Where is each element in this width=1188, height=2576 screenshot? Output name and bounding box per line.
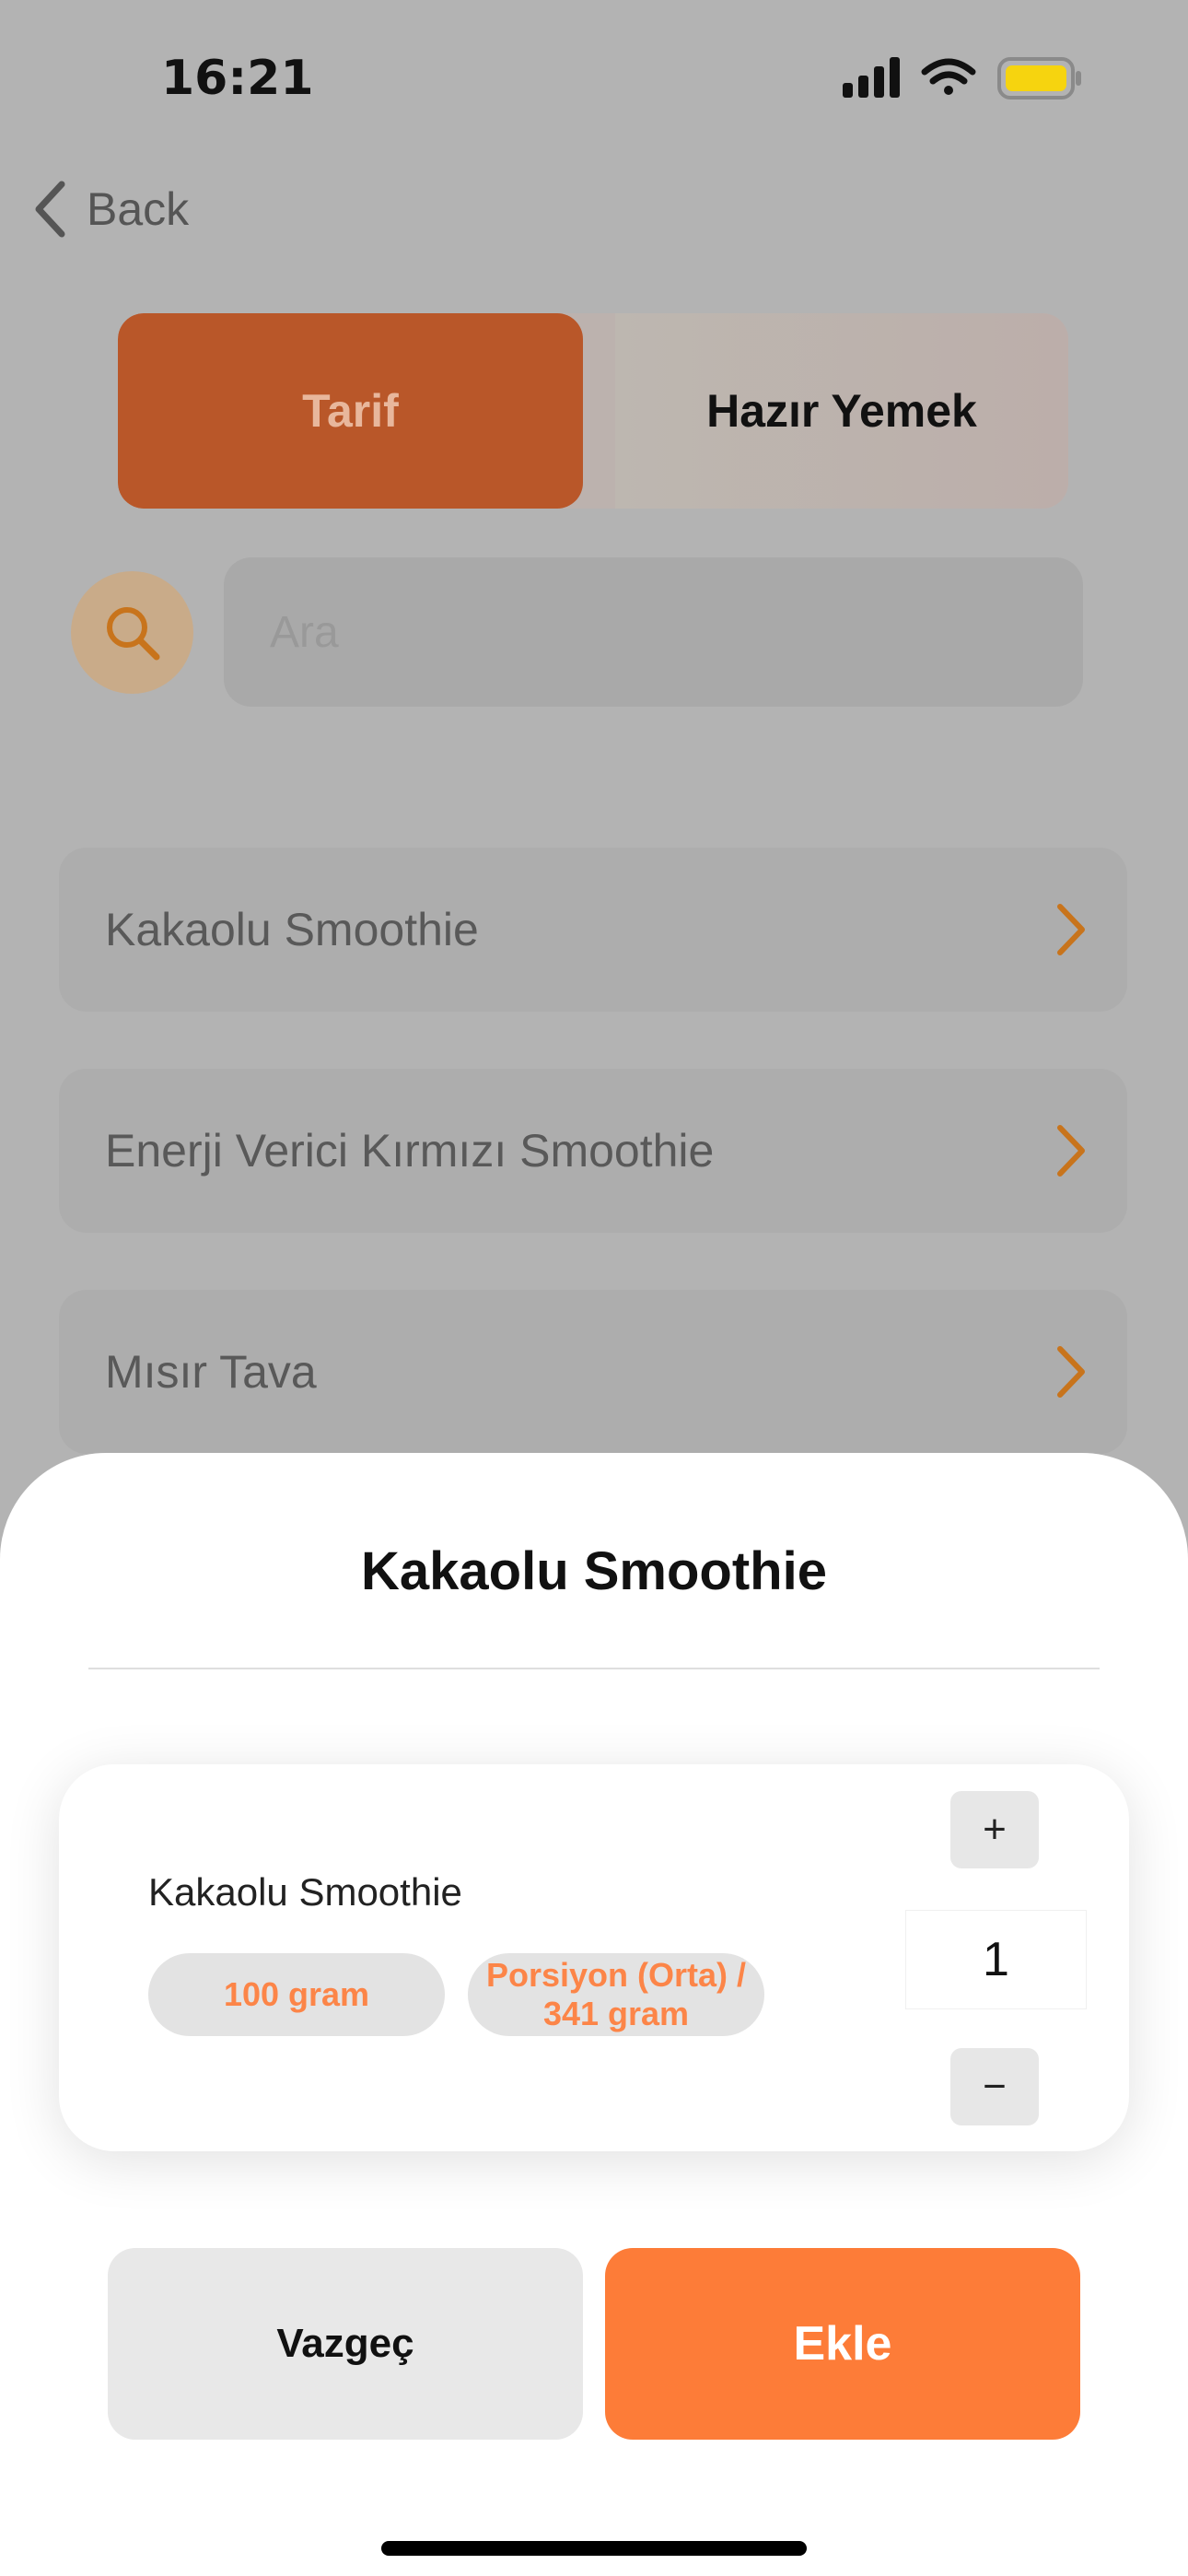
home-indicator[interactable]	[381, 2541, 807, 2556]
status-icons	[840, 53, 1084, 105]
quantity-field[interactable]: 1	[905, 1910, 1087, 2009]
food-name: Kakaolu Smoothie	[148, 1870, 462, 1914]
increment-button[interactable]: +	[950, 1791, 1039, 1868]
back-label: Back	[87, 183, 190, 235]
wifi-icon	[921, 58, 976, 95]
search-input[interactable]: Ara	[224, 557, 1083, 707]
segmented-control: Hazır Yemek Tarif	[118, 313, 1068, 509]
list-item-label: Kakaolu Smoothie	[105, 904, 479, 955]
decrement-button[interactable]: −	[950, 2048, 1039, 2125]
sheet-title: Kakaolu Smoothie	[361, 1541, 827, 1601]
battery-icon	[997, 57, 1081, 100]
chevron-right-icon	[1057, 1125, 1085, 1177]
divider	[88, 1668, 1100, 1669]
tab-tarif[interactable]: Tarif	[118, 313, 583, 509]
tab-hazir-yemek[interactable]: Hazır Yemek	[615, 313, 1068, 509]
chevron-right-icon	[1057, 1346, 1085, 1398]
status-time: 16:21	[161, 51, 314, 106]
add-button[interactable]: Ekle	[605, 2248, 1080, 2440]
list-item[interactable]: Mısır Tava	[59, 1290, 1127, 1454]
signal-icon	[843, 57, 900, 98]
search-button[interactable]	[71, 571, 193, 694]
cancel-button[interactable]: Vazgeç	[108, 2248, 583, 2440]
portion-option-medium[interactable]: Porsiyon (Orta) / 341 gram	[468, 1953, 764, 2036]
portion-option-100g[interactable]: 100 gram	[148, 1953, 445, 2036]
list-item[interactable]: Enerji Verici Kırmızı Smoothie	[59, 1069, 1127, 1233]
search-icon	[106, 606, 159, 660]
back-button[interactable]: Back	[33, 177, 189, 241]
chevron-right-icon	[1057, 904, 1085, 955]
list-item-label: Enerji Verici Kırmızı Smoothie	[105, 1125, 715, 1177]
list-item-label: Mısır Tava	[105, 1346, 317, 1398]
back-chevron-icon	[35, 181, 65, 238]
list-item[interactable]: Kakaolu Smoothie	[59, 848, 1127, 1012]
